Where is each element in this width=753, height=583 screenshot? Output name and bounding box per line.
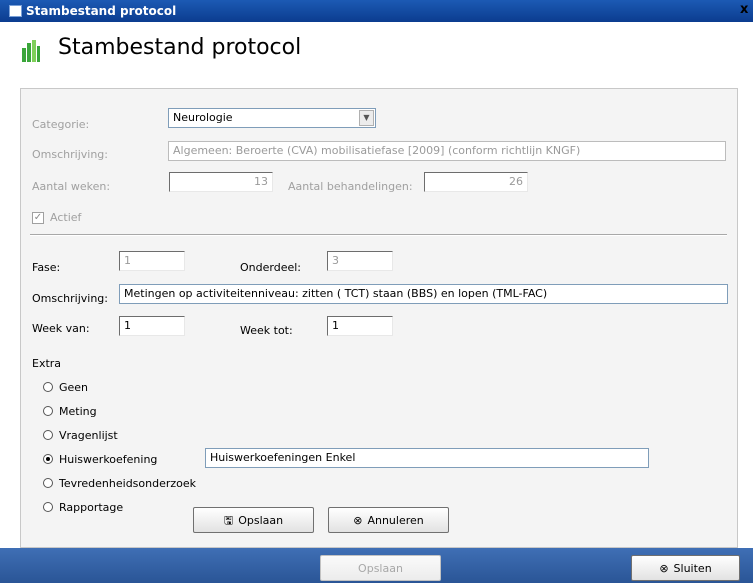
radio-huiswerkoefening-label: Huiswerkoefening xyxy=(59,453,158,466)
sluiten-label: Sluiten xyxy=(673,561,712,575)
radio-button-selected[interactable] xyxy=(43,454,53,464)
week-tot-label: Week tot: xyxy=(240,324,293,337)
radio-vragenlijst-label: Vragenlijst xyxy=(59,429,118,442)
protocol-omschrijving-field[interactable]: Algemeen: Beroerte (CVA) mobilisatiefase… xyxy=(168,141,726,161)
window-titlebar: Stambestand protocol x xyxy=(0,0,753,22)
opslaan-button[interactable]: 🖫 Opslaan xyxy=(193,507,314,533)
onderdeel-label: Onderdeel: xyxy=(240,261,301,274)
page-header: Stambestand protocol xyxy=(0,22,753,77)
radio-meting-label: Meting xyxy=(59,405,97,418)
footer-opslaan-button[interactable]: Opslaan xyxy=(320,555,441,581)
radio-button[interactable] xyxy=(43,478,53,488)
aantal-behandelingen-label: Aantal behandelingen: xyxy=(288,180,413,193)
radio-button[interactable] xyxy=(43,502,53,512)
fase-field[interactable]: 1 xyxy=(119,251,185,271)
onderdeel-omschrijving-label: Omschrijving: xyxy=(32,292,108,305)
radio-button[interactable] xyxy=(43,406,53,416)
radio-button[interactable] xyxy=(43,430,53,440)
week-van-field[interactable]: 1 xyxy=(119,316,185,336)
actief-label: Actief xyxy=(50,211,82,224)
categorie-label: Categorie: xyxy=(32,118,90,131)
grid-chart-icon xyxy=(22,40,40,62)
onderdeel-omschrijving-field[interactable]: Metingen op activiteitenniveau: zitten (… xyxy=(119,284,728,304)
window-title: Stambestand protocol xyxy=(26,4,177,18)
huiswerk-field[interactable]: Huiswerkoefeningen Enkel xyxy=(205,448,649,468)
categorie-value: Neurologie xyxy=(173,111,233,124)
floppy-disk-icon: 🖫 xyxy=(223,513,234,527)
sluiten-button[interactable]: ⊗ Sluiten xyxy=(631,555,740,581)
omschrijving-label: Omschrijving: xyxy=(32,148,108,161)
cancel-circle-icon: ⊗ xyxy=(659,561,669,575)
week-tot-field[interactable]: 1 xyxy=(327,316,393,336)
close-icon[interactable]: x xyxy=(740,2,748,18)
section-divider xyxy=(30,234,727,236)
fase-label: Fase: xyxy=(32,261,61,274)
week-van-label: Week van: xyxy=(32,322,90,335)
onderdeel-field[interactable]: 3 xyxy=(327,251,393,271)
footer-opslaan-label: Opslaan xyxy=(358,561,403,575)
extra-label: Extra xyxy=(32,357,62,370)
annuleren-label: Annuleren xyxy=(367,513,424,527)
radio-rapportage-label: Rapportage xyxy=(59,501,124,514)
annuleren-button[interactable]: ⊗ Annuleren xyxy=(328,507,449,533)
aantal-weken-label: Aantal weken: xyxy=(32,180,111,193)
aantal-behandelingen-field[interactable]: 26 xyxy=(424,172,528,192)
opslaan-label: Opslaan xyxy=(238,513,284,527)
chevron-down-icon[interactable]: ▼ xyxy=(359,110,374,126)
page-title: Stambestand protocol xyxy=(58,35,302,60)
cancel-circle-icon: ⊗ xyxy=(353,513,363,527)
aantal-weken-field[interactable]: 13 xyxy=(169,172,273,192)
radio-button[interactable] xyxy=(43,382,53,392)
window-icon xyxy=(9,5,22,17)
radio-geen-label: Geen xyxy=(59,381,89,394)
categorie-select[interactable]: Neurologie ▼ xyxy=(168,108,376,128)
radio-tevredenheidsonderzoek-label: Tevredenheidsonderzoek xyxy=(59,477,197,490)
actief-checkbox[interactable]: ✓ xyxy=(32,212,44,224)
